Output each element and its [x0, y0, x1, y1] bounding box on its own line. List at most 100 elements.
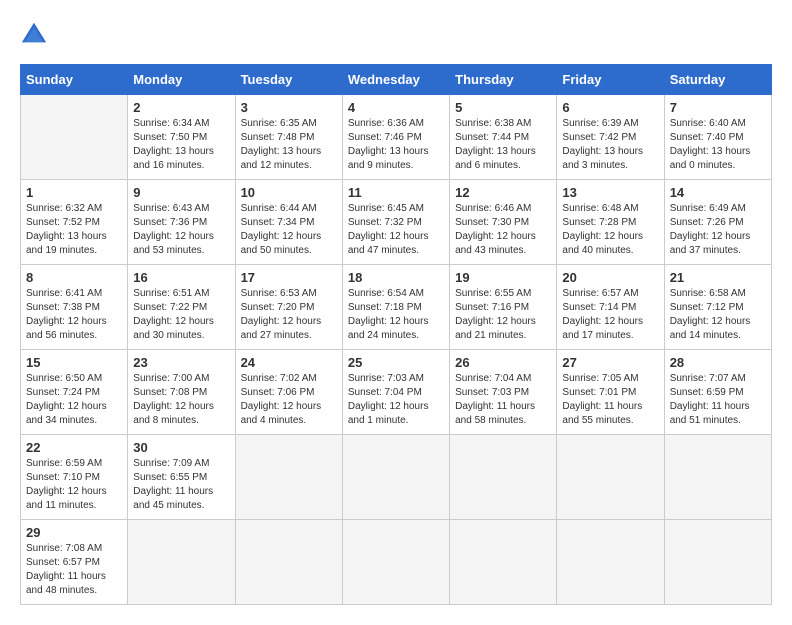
day-number: 5 [455, 100, 551, 115]
calendar-cell [557, 520, 664, 605]
calendar-cell: 25 Sunrise: 7:03 AM Sunset: 7:04 PM Dayli… [342, 350, 449, 435]
calendar-table: SundayMondayTuesdayWednesdayThursdayFrid… [20, 64, 772, 605]
day-number: 4 [348, 100, 444, 115]
day-info: Sunrise: 7:02 AM Sunset: 7:06 PM Dayligh… [241, 372, 337, 428]
col-header-friday: Friday [557, 65, 664, 95]
calendar-cell: 7 Sunrise: 6:40 AM Sunset: 7:40 PM Daylig… [664, 95, 771, 180]
day-number: 7 [670, 100, 766, 115]
day-number: 6 [562, 100, 658, 115]
day-number: 14 [670, 185, 766, 200]
day-info: Sunrise: 6:35 AM Sunset: 7:48 PM Dayligh… [241, 117, 337, 173]
day-info: Sunrise: 6:51 AM Sunset: 7:22 PM Dayligh… [133, 287, 229, 343]
day-info: Sunrise: 7:04 AM Sunset: 7:03 PM Dayligh… [455, 372, 551, 428]
day-info: Sunrise: 6:59 AM Sunset: 7:10 PM Dayligh… [26, 457, 122, 513]
day-info: Sunrise: 6:44 AM Sunset: 7:34 PM Dayligh… [241, 202, 337, 258]
calendar-week-4: 15 Sunrise: 6:50 AM Sunset: 7:24 PM Dayli… [21, 350, 772, 435]
day-number: 1 [26, 185, 122, 200]
day-info: Sunrise: 6:36 AM Sunset: 7:46 PM Dayligh… [348, 117, 444, 173]
calendar-week-2: 1 Sunrise: 6:32 AM Sunset: 7:52 PM Daylig… [21, 180, 772, 265]
day-info: Sunrise: 6:38 AM Sunset: 7:44 PM Dayligh… [455, 117, 551, 173]
day-number: 17 [241, 270, 337, 285]
col-header-wednesday: Wednesday [342, 65, 449, 95]
calendar-cell: 3 Sunrise: 6:35 AM Sunset: 7:48 PM Daylig… [235, 95, 342, 180]
calendar-cell: 1 Sunrise: 6:32 AM Sunset: 7:52 PM Daylig… [21, 180, 128, 265]
day-info: Sunrise: 6:50 AM Sunset: 7:24 PM Dayligh… [26, 372, 122, 428]
calendar-cell: 12Sunrise: 6:46 AM Sunset: 7:30 PM Dayli… [450, 180, 557, 265]
day-info: Sunrise: 6:53 AM Sunset: 7:20 PM Dayligh… [241, 287, 337, 343]
day-number: 13 [562, 185, 658, 200]
day-info: Sunrise: 6:48 AM Sunset: 7:28 PM Dayligh… [562, 202, 658, 258]
calendar-cell [342, 435, 449, 520]
calendar-cell [450, 520, 557, 605]
day-info: Sunrise: 6:32 AM Sunset: 7:52 PM Dayligh… [26, 202, 122, 258]
logo [20, 20, 52, 48]
calendar-header-row: SundayMondayTuesdayWednesdayThursdayFrid… [21, 65, 772, 95]
calendar-cell: 6 Sunrise: 6:39 AM Sunset: 7:42 PM Daylig… [557, 95, 664, 180]
day-info: Sunrise: 6:57 AM Sunset: 7:14 PM Dayligh… [562, 287, 658, 343]
calendar-cell: 11Sunrise: 6:45 AM Sunset: 7:32 PM Dayli… [342, 180, 449, 265]
calendar-cell: 27Sunrise: 7:05 AM Sunset: 7:01 PM Dayli… [557, 350, 664, 435]
day-info: Sunrise: 7:08 AM Sunset: 6:57 PM Dayligh… [26, 542, 122, 598]
col-header-saturday: Saturday [664, 65, 771, 95]
calendar-cell [664, 520, 771, 605]
day-number: 2 [133, 100, 229, 115]
calendar-cell [21, 95, 128, 180]
calendar-cell [235, 435, 342, 520]
calendar-cell: 22 Sunrise: 6:59 AM Sunset: 7:10 PM Dayli… [21, 435, 128, 520]
day-number: 25 [348, 355, 444, 370]
col-header-sunday: Sunday [21, 65, 128, 95]
day-info: Sunrise: 6:34 AM Sunset: 7:50 PM Dayligh… [133, 117, 229, 173]
day-info: Sunrise: 6:40 AM Sunset: 7:40 PM Dayligh… [670, 117, 766, 173]
day-info: Sunrise: 7:03 AM Sunset: 7:04 PM Dayligh… [348, 372, 444, 428]
day-number: 27 [562, 355, 658, 370]
day-info: Sunrise: 6:46 AM Sunset: 7:30 PM Dayligh… [455, 202, 551, 258]
calendar-cell [235, 520, 342, 605]
day-number: 29 [26, 525, 122, 540]
calendar-cell: 26 Sunrise: 7:04 AM Sunset: 7:03 PM Dayli… [450, 350, 557, 435]
day-info: Sunrise: 6:39 AM Sunset: 7:42 PM Dayligh… [562, 117, 658, 173]
day-info: Sunrise: 6:49 AM Sunset: 7:26 PM Dayligh… [670, 202, 766, 258]
day-info: Sunrise: 7:09 AM Sunset: 6:55 PM Dayligh… [133, 457, 229, 513]
day-info: Sunrise: 6:54 AM Sunset: 7:18 PM Dayligh… [348, 287, 444, 343]
calendar-cell: 18 Sunrise: 6:54 AM Sunset: 7:18 PM Dayli… [342, 265, 449, 350]
calendar-cell: 21 Sunrise: 6:58 AM Sunset: 7:12 PM Dayli… [664, 265, 771, 350]
day-number: 30 [133, 440, 229, 455]
calendar-cell: 5 Sunrise: 6:38 AM Sunset: 7:44 PM Daylig… [450, 95, 557, 180]
calendar-cell [342, 520, 449, 605]
day-number: 28 [670, 355, 766, 370]
col-header-thursday: Thursday [450, 65, 557, 95]
day-info: Sunrise: 6:41 AM Sunset: 7:38 PM Dayligh… [26, 287, 122, 343]
day-number: 22 [26, 440, 122, 455]
day-number: 26 [455, 355, 551, 370]
calendar-cell: 28 Sunrise: 7:07 AM Sunset: 6:59 PM Dayli… [664, 350, 771, 435]
calendar-cell: 15 Sunrise: 6:50 AM Sunset: 7:24 PM Dayli… [21, 350, 128, 435]
calendar-cell [664, 435, 771, 520]
day-number: 15 [26, 355, 122, 370]
calendar-cell: 13 Sunrise: 6:48 AM Sunset: 7:28 PM Dayli… [557, 180, 664, 265]
day-number: 16 [133, 270, 229, 285]
day-number: 3 [241, 100, 337, 115]
calendar-cell [557, 435, 664, 520]
day-info: Sunrise: 7:00 AM Sunset: 7:08 PM Dayligh… [133, 372, 229, 428]
calendar-cell [128, 520, 235, 605]
day-number: 8 [26, 270, 122, 285]
calendar-cell: 10 Sunrise: 6:44 AM Sunset: 7:34 PM Dayli… [235, 180, 342, 265]
calendar-cell: 2 Sunrise: 6:34 AM Sunset: 7:50 PM Daylig… [128, 95, 235, 180]
day-info: Sunrise: 6:58 AM Sunset: 7:12 PM Dayligh… [670, 287, 766, 343]
calendar-cell: 19Sunrise: 6:55 AM Sunset: 7:16 PM Dayli… [450, 265, 557, 350]
calendar-cell [450, 435, 557, 520]
page-header [20, 20, 772, 48]
day-number: 24 [241, 355, 337, 370]
calendar-cell: 24 Sunrise: 7:02 AM Sunset: 7:06 PM Dayli… [235, 350, 342, 435]
col-header-monday: Monday [128, 65, 235, 95]
day-number: 18 [348, 270, 444, 285]
day-info: Sunrise: 7:07 AM Sunset: 6:59 PM Dayligh… [670, 372, 766, 428]
day-info: Sunrise: 6:55 AM Sunset: 7:16 PM Dayligh… [455, 287, 551, 343]
day-number: 23 [133, 355, 229, 370]
calendar-week-3: 8 Sunrise: 6:41 AM Sunset: 7:38 PM Daylig… [21, 265, 772, 350]
day-number: 10 [241, 185, 337, 200]
day-number: 21 [670, 270, 766, 285]
calendar-week-1: 2 Sunrise: 6:34 AM Sunset: 7:50 PM Daylig… [21, 95, 772, 180]
day-number: 9 [133, 185, 229, 200]
day-number: 20 [562, 270, 658, 285]
